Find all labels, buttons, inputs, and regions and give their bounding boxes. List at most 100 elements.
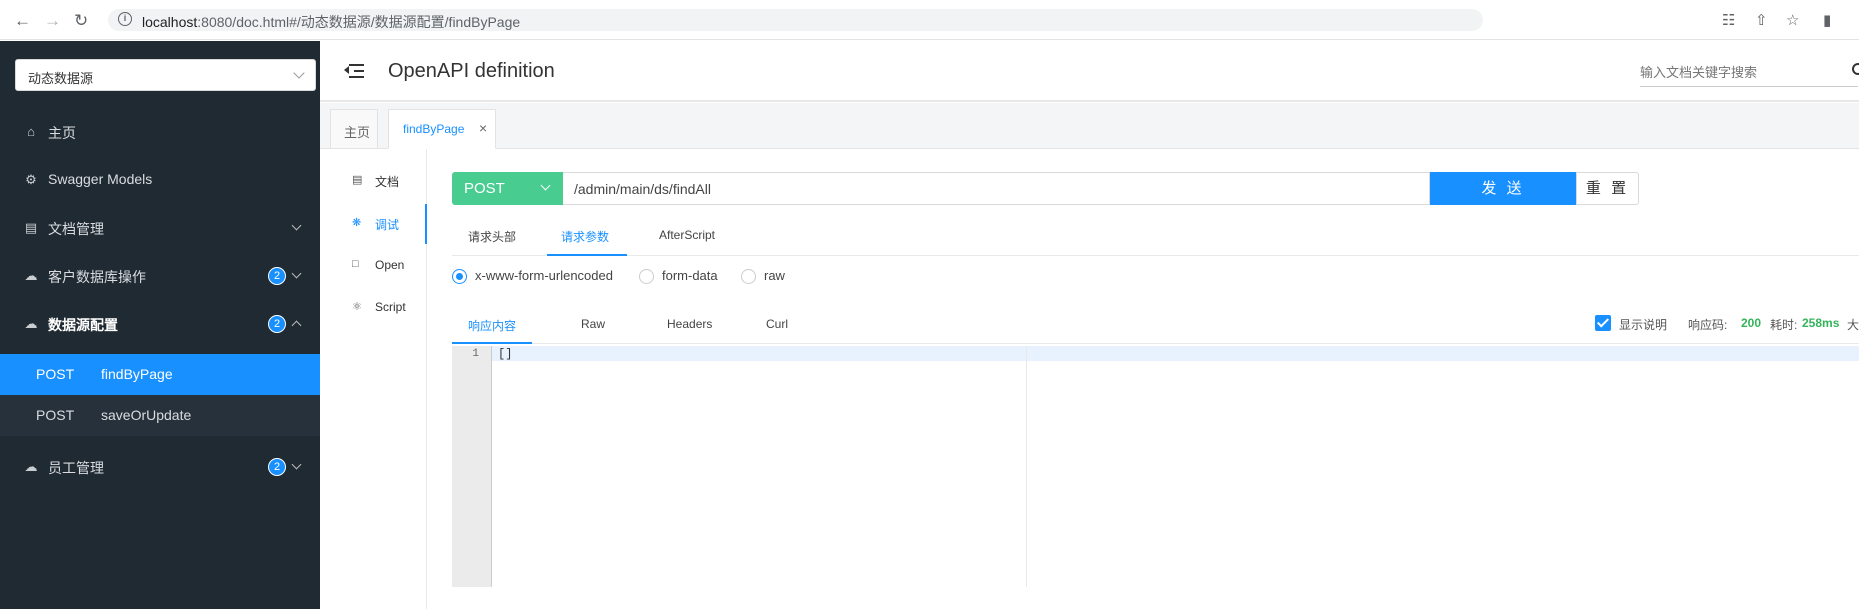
request-url-input[interactable]: /admin/main/ds/findAll	[563, 172, 1430, 205]
sidebar: 动态数据源 ⌂ 主页 ⚙ Swagger Models ▤ 文档管理 ☁ 客户数…	[0, 41, 320, 609]
radio-label: raw	[764, 268, 785, 283]
response-editor[interactable]: 1 []	[452, 346, 1859, 587]
address-bar[interactable]: i localhost:8080/doc.html#/动态数据源/数据源配置/f…	[108, 9, 1483, 31]
radio-dot[interactable]	[639, 269, 654, 284]
tab-curl[interactable]: Curl	[752, 306, 812, 344]
back-icon[interactable]: ←	[14, 11, 31, 31]
forward-icon[interactable]: →	[44, 11, 61, 31]
nav-open[interactable]: □ Open	[320, 246, 427, 286]
datasource-select[interactable]: 动态数据源	[15, 59, 316, 91]
response-body: []	[498, 347, 513, 361]
status-code-label: 响应码:	[1688, 318, 1728, 332]
sidebar-item-swagger-models[interactable]: ⚙ Swagger Models	[0, 156, 320, 204]
nav-label: Open	[375, 258, 405, 272]
sidebar-item-label: 主页	[48, 125, 76, 141]
side-panel-icon[interactable]: ▮	[1823, 11, 1831, 29]
chevron-down-icon	[540, 180, 551, 191]
nav-script[interactable]: ⚛ Script	[320, 288, 427, 328]
tab-label: findByPage	[403, 122, 465, 136]
page-header: OpenAPI definition	[320, 41, 1859, 102]
tab-request-headers[interactable]: 请求头部	[452, 219, 524, 256]
search-input[interactable]	[1640, 61, 1840, 83]
api-view-nav: ▤ 文档 ❋ 调试 □ Open ⚛ Script	[320, 149, 427, 609]
radio-label: form-data	[662, 268, 718, 283]
request-url-value: /admin/main/ds/findAll	[574, 181, 711, 197]
cloud-icon: ☁	[24, 268, 38, 283]
bug-icon: ❋	[352, 217, 362, 229]
page-tabs: 主页 findByPage ×	[320, 103, 1859, 149]
radio-dot[interactable]	[741, 269, 756, 284]
site-info-icon[interactable]: i	[118, 12, 132, 26]
script-icon: ⚛	[352, 301, 362, 313]
http-method-label: POST	[36, 366, 75, 382]
tab-raw[interactable]: Raw	[567, 306, 627, 344]
tab-label: 主页	[344, 125, 371, 140]
datasource-select-value: 动态数据源	[28, 71, 94, 86]
doc-search[interactable]	[1640, 61, 1859, 87]
show-desc-checkbox[interactable]	[1595, 315, 1611, 331]
line-number: 1	[472, 348, 479, 360]
chevron-down-icon	[291, 220, 302, 231]
translate-icon[interactable]: ☷	[1722, 11, 1735, 29]
tab-response-content[interactable]: 响应内容	[452, 306, 532, 344]
page-title: OpenAPI definition	[388, 60, 555, 82]
size-label: 大	[1847, 318, 1859, 332]
tab-label: Headers	[667, 317, 713, 331]
bookmark-star-icon[interactable]: ☆	[1786, 11, 1799, 29]
cloud-icon: ☁	[24, 316, 38, 331]
http-method-label: POST	[36, 407, 75, 423]
sidebar-item-customer-db[interactable]: ☁ 客户数据库操作 2	[0, 252, 320, 300]
sidebar-item-doc-management[interactable]: ▤ 文档管理	[0, 204, 320, 252]
chevron-down-icon	[291, 459, 302, 470]
file-icon: □	[352, 258, 359, 270]
nav-debug[interactable]: ❋ 调试	[320, 204, 427, 244]
radio-label: x-www-form-urlencoded	[475, 268, 613, 283]
tab-label: 请求参数	[561, 230, 610, 244]
elapsed-time-label: 耗时:	[1770, 318, 1798, 332]
url-path: :8080/doc.html#/动态数据源/数据源配置/findByPage	[197, 14, 521, 30]
sidebar-item-home[interactable]: ⌂ 主页	[0, 108, 320, 156]
sidebar-subitem-findbypage[interactable]: POST findByPage	[0, 354, 320, 395]
tab-label: Raw	[581, 317, 606, 331]
sidebar-item-label: 文档管理	[48, 221, 104, 237]
tab-home[interactable]: 主页	[330, 109, 378, 149]
chevron-up-icon	[291, 320, 302, 331]
home-icon: ⌂	[27, 124, 35, 139]
request-bar: POST /admin/main/ds/findAll 发 送 重 置	[452, 172, 1687, 205]
url-host: localhost	[142, 14, 198, 30]
sidebar-item-label: 数据源配置	[48, 317, 118, 333]
sidebar-item-employee[interactable]: ☁ 员工管理 2	[0, 443, 320, 491]
sidebar-item-label: 员工管理	[48, 460, 104, 476]
tab-findbypage[interactable]: findByPage ×	[388, 109, 496, 149]
elapsed-time-value: 258ms	[1802, 316, 1840, 330]
reset-button[interactable]: 重 置	[1576, 172, 1639, 205]
radio-dot[interactable]	[452, 269, 467, 284]
method-select[interactable]: POST	[452, 172, 563, 205]
send-button[interactable]: 发 送	[1430, 172, 1576, 205]
count-badge: 2	[268, 458, 286, 476]
nav-label: 调试	[375, 218, 400, 232]
nav-label: Script	[375, 300, 406, 314]
reload-icon[interactable]: ↻	[74, 11, 88, 31]
tab-label: 请求头部	[468, 230, 517, 244]
nav-doc[interactable]: ▤ 文档	[320, 161, 427, 201]
tab-headers[interactable]: Headers	[652, 306, 722, 344]
tab-request-params[interactable]: 请求参数	[547, 219, 627, 256]
count-badge: 2	[268, 315, 286, 333]
endpoint-label: findByPage	[101, 366, 173, 382]
sidebar-subitem-saveorupdate[interactable]: POST saveOrUpdate	[0, 395, 320, 436]
endpoint-label: saveOrUpdate	[101, 407, 192, 423]
sidebar-item-datasource-config[interactable]: ☁ 数据源配置 2	[0, 300, 320, 348]
sidebar-item-label: 客户数据库操作	[48, 269, 146, 285]
share-icon[interactable]: ⇧	[1755, 11, 1768, 29]
close-icon[interactable]: ×	[479, 120, 487, 136]
search-icon[interactable]	[1852, 63, 1859, 75]
chevron-down-icon	[293, 67, 305, 79]
document-icon: ▤	[24, 220, 38, 235]
status-code-value: 200	[1741, 316, 1762, 330]
sidebar-item-label: Swagger Models	[48, 171, 153, 187]
request-tabs: 请求头部 请求参数 AfterScript	[452, 219, 1859, 256]
tab-afterscript[interactable]: AfterScript	[647, 219, 737, 256]
menu-fold-icon[interactable]	[344, 63, 364, 79]
count-badge: 2	[268, 267, 286, 285]
